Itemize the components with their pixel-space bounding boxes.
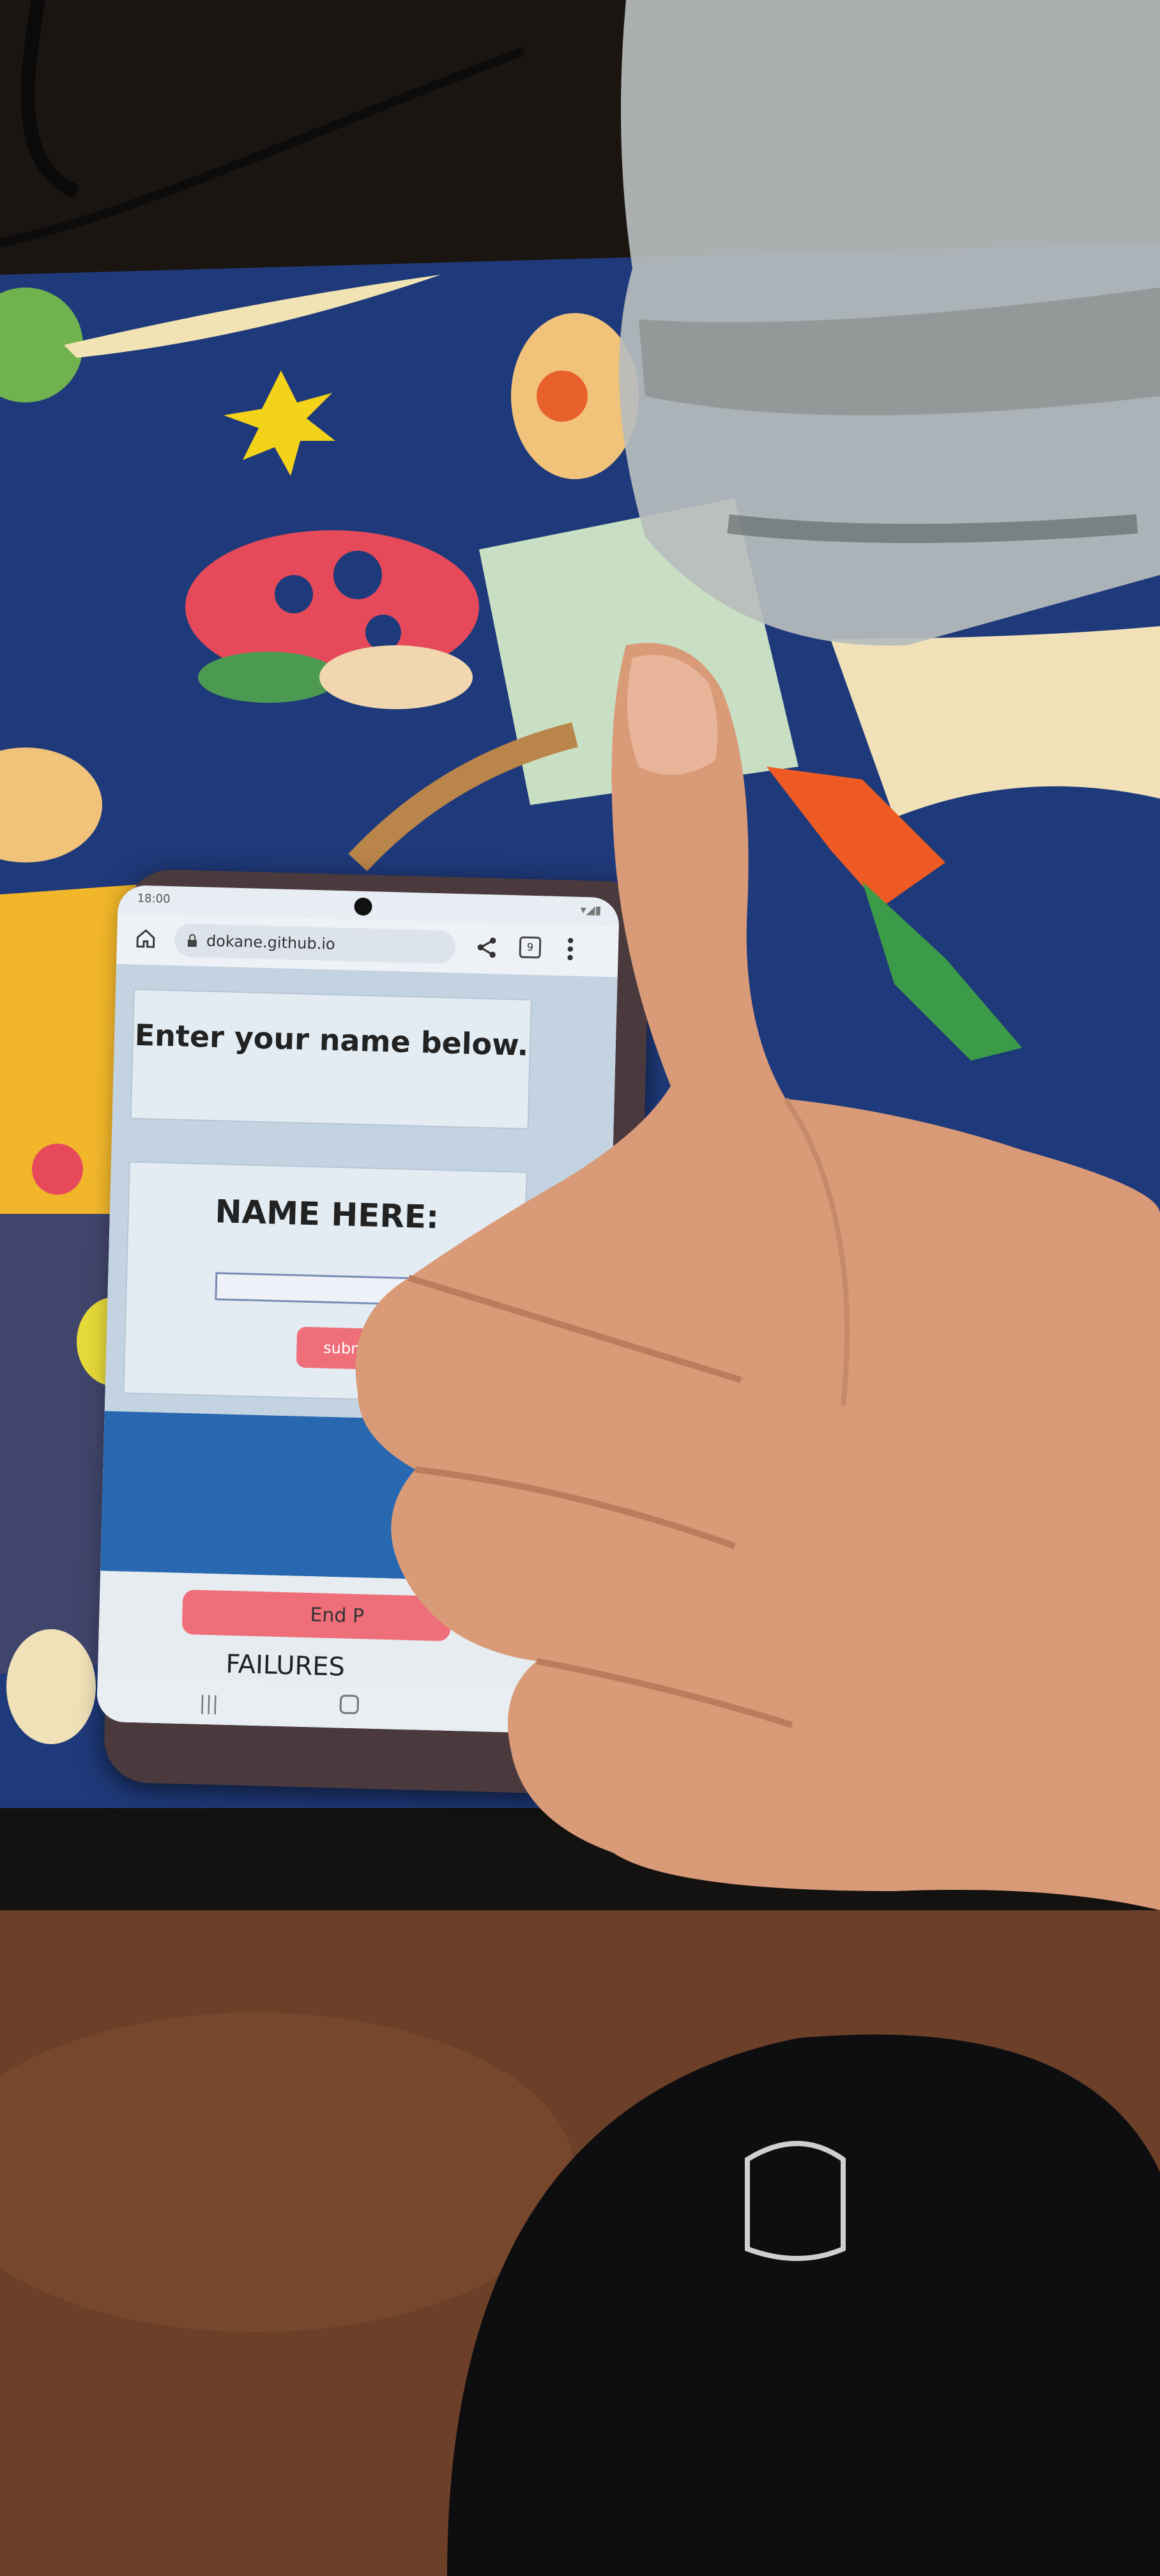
photo-scene: 18:00 ▾◢▮ dokane.github.io 9 Enter your … [0, 0, 1160, 2576]
thumbs-up-hand [355, 643, 1160, 1910]
